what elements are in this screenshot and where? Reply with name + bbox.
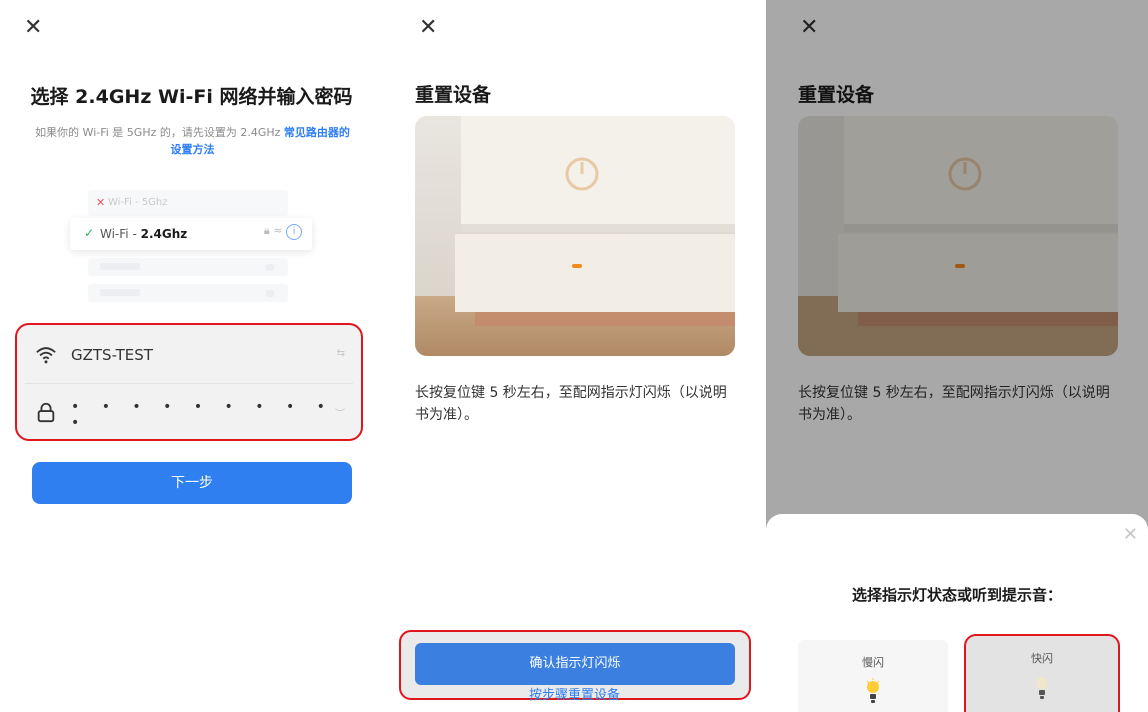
option-label: 快闪 [1031,652,1053,665]
lock-icon: 🔒︎ [263,224,270,237]
password-value: • • • • • • • • • • [71,399,334,431]
wifi-icon [36,347,56,364]
device-photo [415,116,735,356]
network-name-24ghz: Wi-Fi - 2.4Ghz [100,227,187,241]
option-slow-blink[interactable]: 慢闪 [798,640,948,712]
lock-icon [37,402,55,423]
placeholder-bar [266,290,274,297]
info-icon: i [286,224,302,240]
network-row-5ghz: ✕ Wi-Fi - 5Ghz [88,190,288,216]
placeholder-bar [266,264,274,271]
subtitle-text: 如果你的 Wi-Fi 是 5GHz 的，请先设置为 2.4GHz [35,126,284,139]
option-label: 慢闪 [862,656,884,669]
bulb-dim-icon [1036,677,1048,699]
eye-hidden-icon[interactable]: ︶ [335,405,345,420]
credentials-box: GZTS-TEST ⇆ • • • • • • • • • • ︶ [15,323,363,441]
ssid-field[interactable]: GZTS-TEST ⇆ [25,328,353,384]
instruction-text: 长按复位键 5 秒左右，至配网指示灯闪烁（以说明书为准）。 [415,385,727,423]
confirm-blinking-button[interactable]: 确认指示灯闪烁 [415,643,735,685]
password-field[interactable]: • • • • • • • • • • ︶ [25,385,353,441]
cross-icon: ✕ [96,196,106,209]
next-button[interactable]: 下一步 [32,462,352,504]
placeholder-row [88,284,288,302]
subtitle: 如果你的 Wi-Fi 是 5GHz 的，请先设置为 2.4GHz 常见路由器的设… [30,124,355,158]
wifi-signal-icon: ≈ [273,224,283,237]
reset-steps-link[interactable]: 按步骤重置设备 [383,684,766,703]
bulb-lit-icon [866,678,880,703]
network-prefix: Wi-Fi - [100,227,141,241]
sheet-title: 选择指示灯状态或听到提示音： [851,586,1062,604]
network-status-icons: 🔒︎ ≈ i [264,224,302,240]
network-row-24ghz: ✓ Wi-Fi - 2.4Ghz 🔒︎ ≈ i [70,218,312,250]
reset-device-screen: ✕ 重置设备 长按复位键 5 秒左右，至配网指示灯闪烁（以说明书为准）。 确认指… [383,0,766,712]
network-name-5ghz: Wi-Fi - 5Ghz [108,197,168,208]
page-title: 重置设备 [415,84,492,106]
close-icon[interactable]: ✕ [1123,524,1138,545]
wifi-setup-screen: ✕ 选择 2.4GHz Wi-Fi 网络并输入密码 如果你的 Wi-Fi 是 5… [0,0,383,712]
close-icon[interactable]: ✕ [24,14,52,42]
blink-state-screen: ✕ 重置设备 长按复位键 5 秒左右，至配网指示灯闪烁（以说明书为准）。 ✕ 选… [766,0,1148,712]
ssid-value: GZTS-TEST [71,346,153,364]
placeholder-bar [100,263,140,270]
blink-state-sheet: ✕ 选择指示灯状态或听到提示音： 慢闪 快闪 [766,514,1148,712]
router-image [415,116,735,356]
switch-network-icon[interactable]: ⇆ [337,348,345,359]
option-fast-blink[interactable]: 快闪 [964,634,1120,712]
check-icon: ✓ [84,226,95,240]
wifi-band-illustration: ✕ Wi-Fi - 5Ghz ✓ Wi-Fi - 2.4Ghz 🔒︎ ≈ i [70,186,312,304]
placeholder-bar [100,289,140,296]
page-title: 选择 2.4GHz Wi-Fi 网络并输入密码 [30,86,353,108]
close-icon[interactable]: ✕ [419,14,447,42]
network-band: 2.4Ghz [140,227,188,241]
placeholder-row [88,258,288,276]
